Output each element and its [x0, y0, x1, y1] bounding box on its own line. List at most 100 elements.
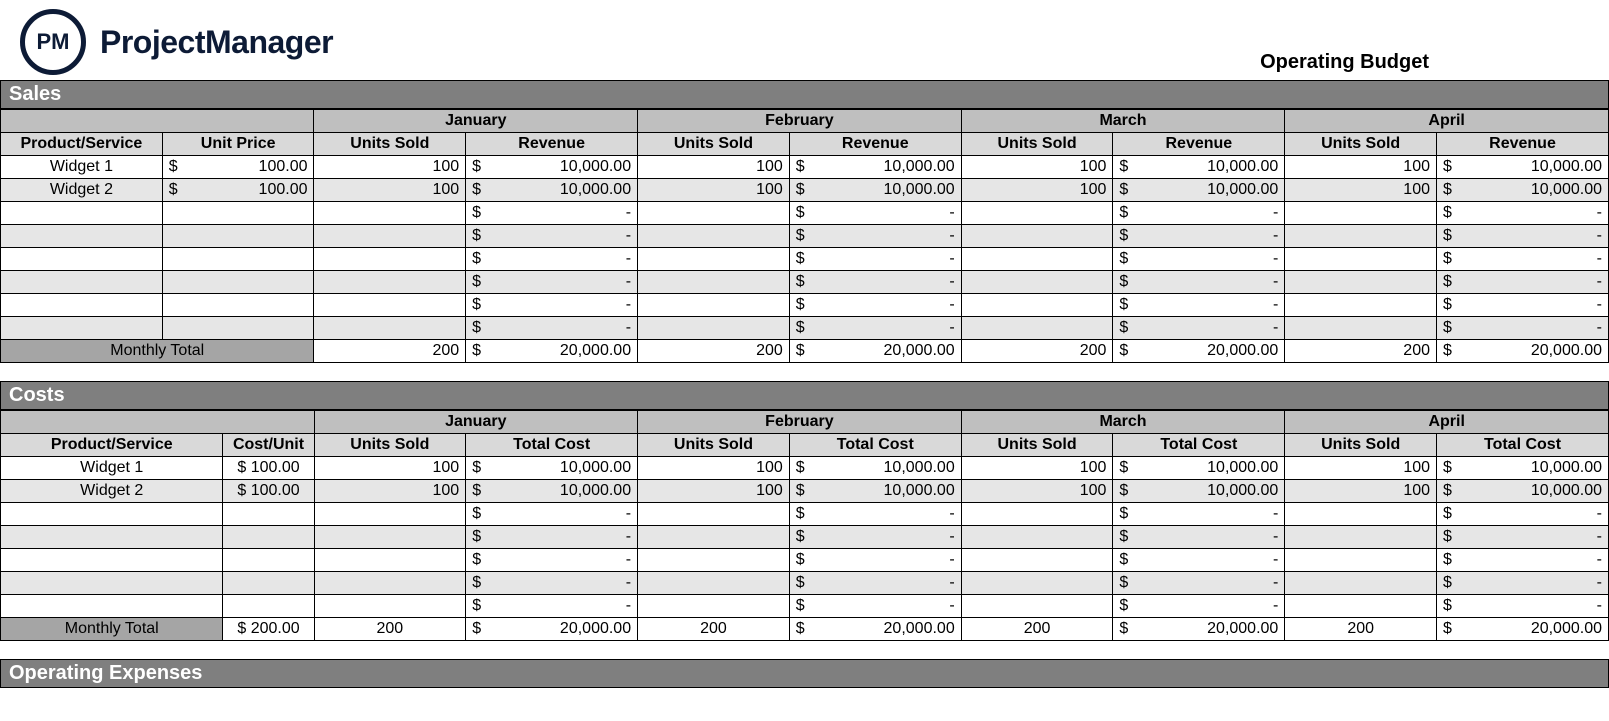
cell-units[interactable]: 100	[1285, 457, 1437, 480]
cell-total-cost[interactable]: $10,000.00	[1437, 457, 1609, 480]
costs-total-cost-jan[interactable]: $20,000.00	[466, 618, 638, 641]
cell-cost-unit[interactable]	[223, 526, 314, 549]
cell-product[interactable]	[1, 271, 163, 294]
cell-revenue[interactable]: $-	[1437, 294, 1609, 317]
cell-total-cost[interactable]: $-	[1113, 549, 1285, 572]
cell-total-cost[interactable]: $10,000.00	[466, 457, 638, 480]
cell-revenue[interactable]: $-	[789, 202, 961, 225]
cell-revenue[interactable]: $-	[1113, 294, 1285, 317]
cell-total-cost[interactable]: $10,000.00	[1113, 480, 1285, 503]
cell-units[interactable]: 100	[1285, 480, 1437, 503]
cell-units[interactable]	[314, 202, 466, 225]
cell-revenue[interactable]: $-	[1437, 248, 1609, 271]
cell-total-cost[interactable]: $-	[1113, 572, 1285, 595]
cell-units[interactable]	[638, 526, 790, 549]
cell-revenue[interactable]: $-	[789, 294, 961, 317]
cell-units[interactable]: 100	[638, 457, 790, 480]
cell-units[interactable]: 100	[314, 179, 466, 202]
cell-cost-unit[interactable]	[223, 572, 314, 595]
sales-total-rev-feb[interactable]: $20,000.00	[789, 340, 961, 363]
cell-total-cost[interactable]: $10,000.00	[789, 480, 961, 503]
cell-units[interactable]: 100	[1285, 179, 1437, 202]
cell-units[interactable]	[638, 271, 790, 294]
cell-units[interactable]	[1285, 595, 1437, 618]
cell-product[interactable]	[1, 317, 163, 340]
cell-revenue[interactable]: $-	[789, 225, 961, 248]
cell-revenue[interactable]: $-	[1113, 271, 1285, 294]
sales-total-rev-mar[interactable]: $20,000.00	[1113, 340, 1285, 363]
cell-product[interactable]: Widget 1	[1, 457, 223, 480]
cell-units[interactable]	[1285, 248, 1437, 271]
cell-product[interactable]	[1, 595, 223, 618]
cell-units[interactable]: 100	[314, 156, 466, 179]
sales-total-units-jan[interactable]: 200	[314, 340, 466, 363]
cell-product[interactable]: Widget 2	[1, 480, 223, 503]
cell-total-cost[interactable]: $10,000.00	[1437, 480, 1609, 503]
cell-revenue[interactable]: $-	[466, 271, 638, 294]
cell-revenue[interactable]: $-	[466, 294, 638, 317]
cell-unit-price[interactable]	[162, 225, 314, 248]
cell-revenue[interactable]: $-	[1113, 225, 1285, 248]
cell-units[interactable]	[1285, 225, 1437, 248]
costs-total-cost-mar[interactable]: $20,000.00	[1113, 618, 1285, 641]
cell-total-cost[interactable]: $-	[789, 572, 961, 595]
cell-cost-unit[interactable]	[223, 503, 314, 526]
cell-total-cost[interactable]: $-	[789, 595, 961, 618]
cell-total-cost[interactable]: $-	[1113, 503, 1285, 526]
cell-units[interactable]	[961, 503, 1113, 526]
cell-product[interactable]	[1, 202, 163, 225]
cell-total-cost[interactable]: $-	[1437, 503, 1609, 526]
cell-revenue[interactable]: $-	[466, 317, 638, 340]
costs-total-cost-feb[interactable]: $20,000.00	[789, 618, 961, 641]
cell-units[interactable]	[314, 549, 466, 572]
cell-units[interactable]	[961, 526, 1113, 549]
cell-units[interactable]: 100	[314, 457, 466, 480]
costs-total-units-mar[interactable]: 200	[961, 618, 1113, 641]
cell-units[interactable]: 100	[961, 179, 1113, 202]
sales-total-rev-apr[interactable]: $20,000.00	[1437, 340, 1609, 363]
cell-revenue[interactable]: $-	[1437, 271, 1609, 294]
cell-unit-price[interactable]: $100.00	[162, 156, 314, 179]
cell-units[interactable]	[1285, 294, 1437, 317]
cell-units[interactable]: 100	[638, 156, 790, 179]
cell-unit-price[interactable]	[162, 248, 314, 271]
cell-units[interactable]	[1285, 526, 1437, 549]
cell-units[interactable]	[638, 248, 790, 271]
cell-units[interactable]	[961, 317, 1113, 340]
cell-units[interactable]	[1285, 271, 1437, 294]
cell-total-cost[interactable]: $-	[466, 572, 638, 595]
cell-units[interactable]	[961, 271, 1113, 294]
cell-units[interactable]: 100	[314, 480, 466, 503]
cell-product[interactable]	[1, 572, 223, 595]
cell-units[interactable]	[638, 202, 790, 225]
cell-units[interactable]	[638, 503, 790, 526]
cell-revenue[interactable]: $10,000.00	[1113, 179, 1285, 202]
cell-total-cost[interactable]: $-	[466, 526, 638, 549]
cell-revenue[interactable]: $-	[1113, 202, 1285, 225]
cell-revenue[interactable]: $10,000.00	[1437, 156, 1609, 179]
cell-product[interactable]	[1, 503, 223, 526]
cell-units[interactable]	[638, 572, 790, 595]
costs-total-units-apr[interactable]: 200	[1285, 618, 1437, 641]
cell-total-cost[interactable]: $-	[466, 503, 638, 526]
cell-units[interactable]: 100	[1285, 156, 1437, 179]
cell-units[interactable]: 100	[638, 480, 790, 503]
sales-total-units-apr[interactable]: 200	[1285, 340, 1437, 363]
cell-units[interactable]	[961, 202, 1113, 225]
cell-revenue[interactable]: $10,000.00	[1437, 179, 1609, 202]
cell-total-cost[interactable]: $-	[1437, 526, 1609, 549]
cell-revenue[interactable]: $10,000.00	[789, 179, 961, 202]
cell-revenue[interactable]: $10,000.00	[789, 156, 961, 179]
cell-total-cost[interactable]: $-	[1437, 549, 1609, 572]
costs-total-cost-unit[interactable]: $ 200.00	[223, 618, 314, 641]
cell-revenue[interactable]: $-	[789, 317, 961, 340]
sales-total-units-feb[interactable]: 200	[638, 340, 790, 363]
cell-revenue[interactable]: $-	[789, 271, 961, 294]
cell-units[interactable]	[1285, 572, 1437, 595]
cell-units[interactable]	[314, 248, 466, 271]
cell-units[interactable]: 100	[961, 480, 1113, 503]
cell-unit-price[interactable]	[162, 294, 314, 317]
cell-total-cost[interactable]: $-	[1113, 595, 1285, 618]
sales-total-units-mar[interactable]: 200	[961, 340, 1113, 363]
cell-units[interactable]	[314, 526, 466, 549]
